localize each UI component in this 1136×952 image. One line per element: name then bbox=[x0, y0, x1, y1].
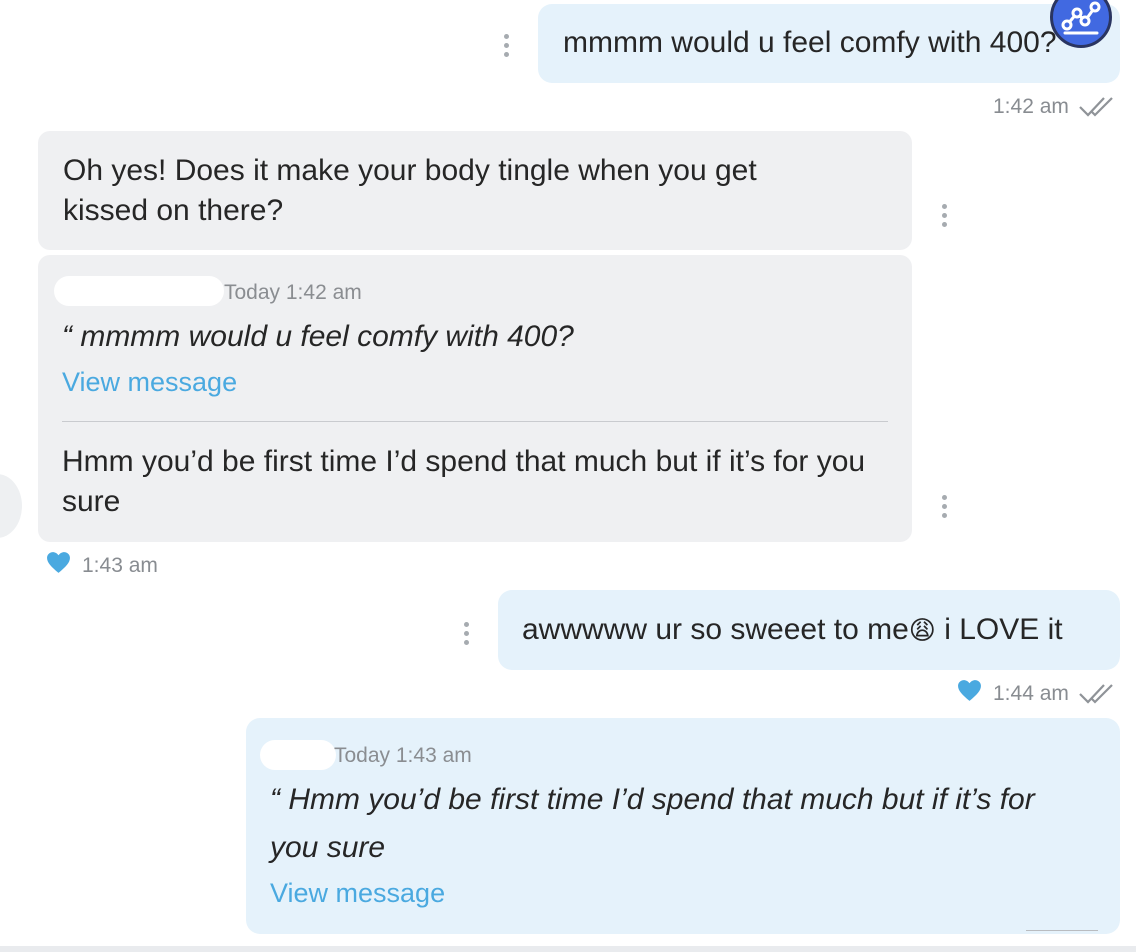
outgoing-message-bubble[interactable]: mmmm would u feel comfy with 400? bbox=[538, 4, 1120, 83]
message-options-button[interactable] bbox=[503, 34, 509, 60]
quoted-message-text: “ Hmm you’d be first time I’d spend that… bbox=[270, 783, 1035, 864]
quoted-message-text: “ mmmm would u feel comfy with 400? bbox=[62, 320, 574, 353]
message-text: mmmm would u feel comfy with 400? bbox=[563, 26, 1057, 59]
quote-divider bbox=[62, 421, 888, 422]
outgoing-message-bubble[interactable]: awwwww ur so sweeet to me😩 i LOVE it bbox=[498, 590, 1120, 670]
message-text: Oh yes! Does it make your body tingle wh… bbox=[63, 154, 757, 227]
message-text-start: awwwww ur so sweeet to me bbox=[522, 613, 909, 646]
quoted-message-time: Today 1:43 am bbox=[334, 744, 472, 767]
incoming-reply-bubble[interactable]: Today 1:42 am “ mmmm would u feel comfy … bbox=[38, 255, 912, 542]
avatar[interactable] bbox=[0, 474, 22, 538]
bottom-divider bbox=[0, 946, 1136, 952]
message-timestamp: 1:43 am bbox=[82, 554, 158, 577]
message-timestamp: 1:42 am bbox=[993, 95, 1069, 118]
redacted-sender-name bbox=[260, 740, 336, 770]
double-check-icon bbox=[1078, 682, 1116, 711]
view-message-link[interactable]: View message bbox=[270, 878, 445, 909]
message-options-button[interactable] bbox=[463, 622, 469, 648]
message-options-button[interactable] bbox=[941, 204, 947, 230]
quoted-message-time: Today 1:42 am bbox=[224, 281, 362, 304]
view-message-link[interactable]: View message bbox=[62, 367, 237, 398]
bottom-divider-short bbox=[1026, 930, 1098, 931]
message-text: awwwww ur so sweeet to me😩 i LOVE it bbox=[522, 610, 1063, 650]
heart-icon bbox=[46, 551, 71, 574]
redacted-sender-name bbox=[54, 276, 224, 306]
message-timestamp: 1:44 am bbox=[993, 682, 1069, 705]
outgoing-reply-bubble[interactable]: Today 1:43 am “ Hmm you’d be first time … bbox=[246, 718, 1120, 934]
heart-icon bbox=[957, 679, 982, 702]
message-text-end: i LOVE it bbox=[935, 613, 1063, 646]
double-check-icon bbox=[1078, 95, 1116, 124]
app-badge-icon[interactable] bbox=[1050, 0, 1112, 48]
message-text: Hmm you’d be first time I’d spend that m… bbox=[62, 445, 866, 518]
message-options-button[interactable] bbox=[941, 495, 947, 521]
incoming-message-bubble[interactable]: Oh yes! Does it make your body tingle wh… bbox=[38, 131, 912, 250]
weary-face-emoji: 😩 bbox=[908, 615, 936, 645]
